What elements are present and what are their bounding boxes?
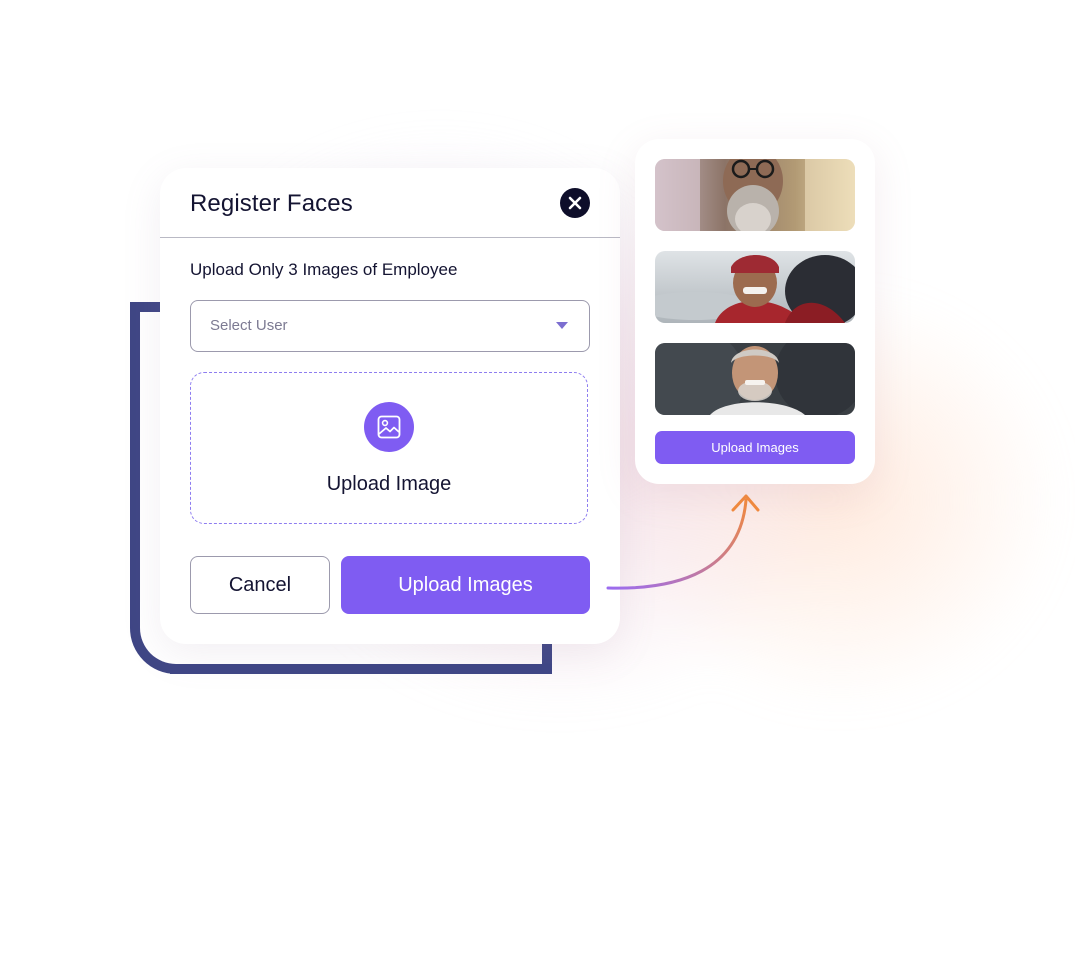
preview-upload-images-button[interactable]: Upload Images (655, 431, 855, 464)
face-photo-3 (655, 343, 855, 415)
select-user-dropdown[interactable]: Select User (190, 300, 590, 352)
register-faces-dialog: Register Faces Upload Only 3 Images of E… (160, 168, 620, 644)
upload-image-label: Upload Image (326, 473, 452, 495)
upload-instructions: Upload Only 3 Images of Employee (190, 260, 458, 279)
close-button[interactable] (560, 188, 590, 218)
dialog-header: Register Faces (160, 168, 620, 238)
close-icon (568, 196, 582, 210)
curved-arrow-icon (606, 494, 760, 590)
decorative-bracket-top (130, 302, 162, 312)
image-icon-badge (364, 402, 414, 452)
caret-down-icon (556, 322, 568, 329)
cancel-button[interactable]: Cancel (190, 556, 330, 614)
face-photo-2 (655, 251, 855, 323)
uploaded-images-card: Upload Images (635, 139, 875, 484)
dialog-title: Register Faces (190, 190, 353, 217)
select-user-placeholder: Select User (210, 317, 288, 334)
decorative-bracket-bottom (170, 664, 552, 674)
image-dropzone[interactable]: Upload Image (190, 372, 588, 524)
face-photo-1 (655, 159, 855, 231)
upload-images-button[interactable]: Upload Images (341, 556, 590, 614)
image-icon (377, 415, 401, 439)
